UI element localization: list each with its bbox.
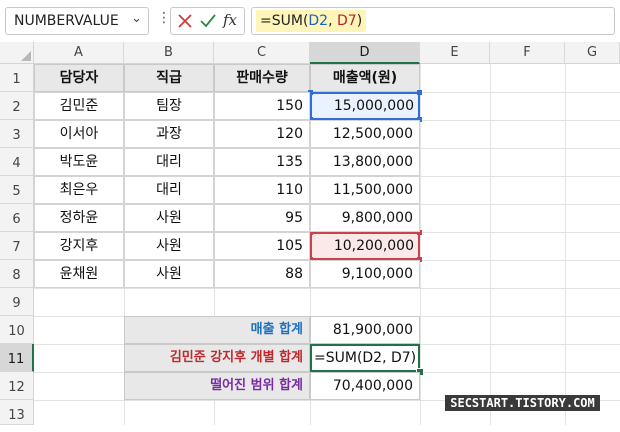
row-header-11[interactable]: 11 [0, 344, 34, 372]
formula-ref-blue: D2 [308, 13, 329, 29]
table-cell[interactable]: 팀장 [124, 92, 214, 120]
table-cell[interactable]: 박도윤 [34, 148, 124, 176]
table-cell[interactable]: 강지후 [34, 232, 124, 260]
row-header-12[interactable]: 12 [0, 372, 34, 400]
formula-input[interactable]: =SUM(D2, D7) [251, 7, 615, 35]
row-header-3[interactable]: 3 [0, 120, 34, 148]
header-cell-manager[interactable]: 담당자 [34, 64, 124, 92]
summary-label-total[interactable]: 매출 합계 [124, 316, 310, 344]
column-header-e[interactable]: E [420, 42, 490, 64]
table-cell[interactable]: 이서아 [34, 120, 124, 148]
formula-buttons: fx [170, 7, 245, 35]
table-cell[interactable]: 15,000,000 [310, 92, 420, 120]
formula-ref-red: D7 [337, 13, 357, 29]
formula-text: =SUM(D2, D7) [256, 10, 367, 32]
table-cell[interactable]: 11,500,000 [310, 176, 420, 204]
formula-bar: NUMBERVALUE ⌄ ⋮ fx =SUM(D2, D7) [0, 0, 620, 42]
table-cell[interactable]: 10,200,000 [310, 232, 420, 260]
cancel-icon[interactable] [176, 12, 194, 30]
watermark: SECSTART.TISTORY.COM [445, 395, 600, 411]
row-header-2[interactable]: 2 [0, 92, 34, 120]
name-box-value: NUMBERVALUE [14, 13, 119, 29]
table-cell[interactable]: 김민준 [34, 92, 124, 120]
header-cell-rank[interactable]: 직급 [124, 64, 214, 92]
row-header-7[interactable]: 7 [0, 232, 34, 260]
table-cell[interactable]: 9,800,000 [310, 204, 420, 232]
table-cell[interactable]: 사원 [124, 232, 214, 260]
table-cell[interactable]: 정하윤 [34, 204, 124, 232]
check-icon[interactable] [199, 12, 217, 30]
row-header-8[interactable]: 8 [0, 260, 34, 288]
fx-icon[interactable]: fx [223, 11, 237, 29]
row-header-1[interactable]: 1 [0, 64, 34, 92]
summary-value-gap[interactable]: 70,400,000 [310, 372, 420, 400]
table-cell[interactable]: 대리 [124, 176, 214, 204]
table-cell[interactable]: 사원 [124, 204, 214, 232]
column-header-b[interactable]: B [124, 42, 214, 64]
row-header-6[interactable]: 6 [0, 204, 34, 232]
row-header-9[interactable]: 9 [0, 288, 34, 316]
table-cell[interactable]: 12,500,000 [310, 120, 420, 148]
active-cell-editor[interactable]: =SUM(D2, D7) [310, 344, 420, 372]
active-cell-formula: =SUM(D2, D7) [314, 350, 417, 366]
table-cell[interactable]: 대리 [124, 148, 214, 176]
table-cell[interactable]: 9,100,000 [310, 260, 420, 288]
summary-label-gap[interactable]: 떨어진 범위 합계 [124, 372, 310, 400]
table-cell[interactable]: 88 [214, 260, 310, 288]
table-cell[interactable]: 사원 [124, 260, 214, 288]
column-header-f[interactable]: F [490, 42, 565, 64]
summary-label-individual[interactable]: 김민준 강지후 개별 합계 [124, 344, 310, 372]
name-box[interactable]: NUMBERVALUE ⌄ [5, 7, 149, 35]
row-header-10[interactable]: 10 [0, 316, 34, 344]
column-header-d[interactable]: D [310, 42, 420, 64]
table-cell[interactable]: 최은우 [34, 176, 124, 204]
column-header-c[interactable]: C [214, 42, 310, 64]
row-header-4[interactable]: 4 [0, 148, 34, 176]
header-cell-quantity[interactable]: 판매수량 [214, 64, 310, 92]
table-cell[interactable]: 105 [214, 232, 310, 260]
table-cell[interactable]: 윤채원 [34, 260, 124, 288]
row-header-5[interactable]: 5 [0, 176, 34, 204]
table-cell[interactable]: 120 [214, 120, 310, 148]
select-all-corner[interactable] [0, 42, 34, 64]
header-cell-sales[interactable]: 매출액(원) [310, 64, 420, 92]
column-header-g[interactable]: G [565, 42, 620, 64]
table-cell[interactable]: 150 [214, 92, 310, 120]
column-header-a[interactable]: A [34, 42, 124, 64]
chevron-down-icon[interactable]: ⌄ [131, 11, 142, 26]
summary-value-total[interactable]: 81,900,000 [310, 316, 420, 344]
row-header-13[interactable]: 13 [0, 400, 34, 425]
more-vertical-icon[interactable]: ⋮ [157, 10, 171, 26]
table-cell[interactable]: 95 [214, 204, 310, 232]
table-cell[interactable]: 과장 [124, 120, 214, 148]
table-cell[interactable]: 135 [214, 148, 310, 176]
table-cell[interactable]: 110 [214, 176, 310, 204]
table-cell[interactable]: 13,800,000 [310, 148, 420, 176]
